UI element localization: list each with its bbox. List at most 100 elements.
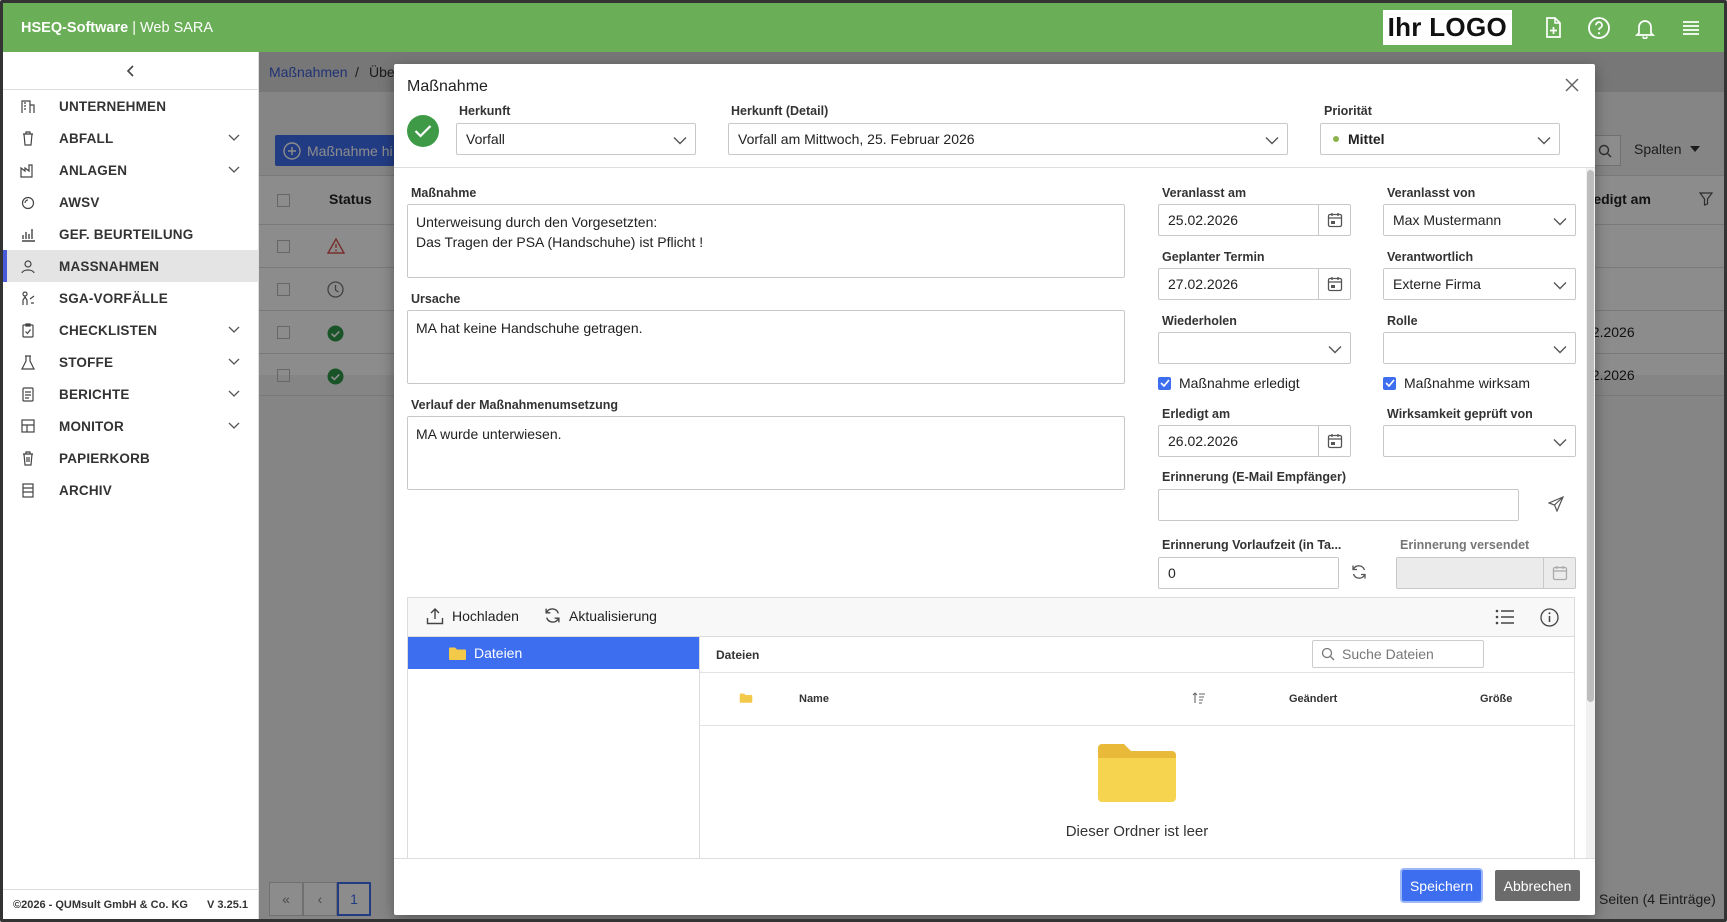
herkunft-detail-select[interactable]: Vorfall am Mittwoch, 25. Februar 2026 <box>728 123 1288 155</box>
chevron-down-icon <box>1553 218 1567 226</box>
sort-icon[interactable] <box>1192 692 1206 704</box>
save-button[interactable]: Speichern <box>1402 870 1481 901</box>
verantwortlich-select[interactable]: Externe Firma <box>1383 268 1576 300</box>
file-list-header: Name Geändert Größe <box>700 673 1574 726</box>
building-icon <box>21 100 35 113</box>
sidebar-item-berichte[interactable]: BERICHTE <box>3 378 258 410</box>
herkunft-select[interactable]: Vorfall <box>456 123 696 155</box>
sidebar-item-archiv[interactable]: ARCHIV <box>3 474 258 506</box>
erledigt-am-datepicker[interactable]: 26.02.2026 <box>1158 425 1351 457</box>
folder-icon <box>739 693 753 703</box>
checkbox-checked-icon <box>1158 376 1171 390</box>
upload-button[interactable]: Hochladen <box>426 607 519 625</box>
archive-icon <box>22 483 34 498</box>
status-done-icon <box>407 115 439 147</box>
calendar-icon[interactable] <box>1318 269 1350 299</box>
chevron-down-icon <box>1553 282 1567 290</box>
sidebar-item-checklisten[interactable]: CHECKLISTEN <box>3 314 258 346</box>
wirksamkeit-select[interactable] <box>1383 425 1576 457</box>
sidebar-item-unternehmen[interactable]: UNTERNEHMEN <box>3 90 258 122</box>
sidebar-item-anlagen[interactable]: ANLAGEN <box>3 154 258 186</box>
veranlasst-am-datepicker[interactable]: 25.02.2026 <box>1158 204 1351 236</box>
droplet-icon <box>21 196 35 210</box>
bin-icon <box>23 451 33 466</box>
list-view-icon[interactable] <box>1495 609 1514 628</box>
sidebar-item-label: ABFALL <box>59 130 114 146</box>
chevron-left-icon <box>126 64 134 77</box>
refresh-files-button[interactable]: Aktualisierung <box>544 607 657 624</box>
new-document-icon[interactable] <box>1541 16 1565 40</box>
sidebar-item-abfall[interactable]: ABFALL <box>3 122 258 154</box>
send-icon[interactable] <box>1547 495 1565 515</box>
verantwortlich-label: Verantwortlich <box>1387 250 1474 264</box>
chevron-down-icon <box>228 358 240 365</box>
file-manager: Hochladen Aktualisierung Dateien Dateien… <box>407 597 1575 859</box>
prioritaet-select[interactable]: Mittel <box>1320 123 1560 155</box>
refresh-icon[interactable] <box>1351 564 1367 583</box>
sidebar-item-label: MASSNAHMEN <box>59 258 160 274</box>
sidebar-item-label: UNTERNEHMEN <box>59 98 167 114</box>
empty-folder-message: Dieser Ordner ist leer <box>1065 823 1209 840</box>
vorlaufzeit-label: Erinnerung Vorlaufzeit (in Ta... <box>1162 538 1342 552</box>
info-icon[interactable] <box>1540 608 1559 630</box>
versendet-datepicker <box>1396 557 1576 589</box>
column-header-changed[interactable]: Geändert <box>1289 693 1337 705</box>
sidebar-item-papierkorb[interactable]: PAPIERKORB <box>3 442 258 474</box>
sidebar-item-awsv[interactable]: AWSV <box>3 186 258 218</box>
erledigt-checkbox[interactable]: Maßnahme erledigt <box>1158 375 1300 391</box>
tree-item-dateien[interactable]: Dateien <box>408 637 699 669</box>
wirksam-checkbox[interactable]: Maßnahme wirksam <box>1383 375 1530 391</box>
chevron-down-icon <box>228 390 240 397</box>
menu-icon[interactable] <box>1679 16 1703 40</box>
file-search-input[interactable]: Suche Dateien <box>1312 640 1484 668</box>
prioritaet-label: Priorität <box>1324 104 1372 118</box>
verlauf-textarea[interactable]: MA wurde unterwiesen. <box>407 416 1125 490</box>
veranlasst-von-label: Veranlasst von <box>1387 186 1476 200</box>
file-path-bar: Dateien Suche Dateien <box>700 637 1574 673</box>
calendar-icon[interactable] <box>1318 426 1350 456</box>
folder-tree: Dateien <box>408 637 700 858</box>
cancel-button[interactable]: Abbrechen <box>1495 870 1580 901</box>
column-header-name[interactable]: Name <box>799 693 829 705</box>
ursache-textarea[interactable]: MA hat keine Handschuhe getragen. <box>407 310 1125 384</box>
column-header-size[interactable]: Größe <box>1480 693 1512 705</box>
erinnerung-email-input[interactable] <box>1158 489 1519 521</box>
sidebar-item-gef-beurteilung[interactable]: GEF. BEURTEILUNG <box>3 218 258 250</box>
vorlaufzeit-input[interactable]: 0 <box>1158 557 1339 589</box>
herkunft-detail-label: Herkunft (Detail) <box>731 104 829 118</box>
wiederholen-select[interactable] <box>1158 332 1351 364</box>
help-icon[interactable] <box>1587 16 1611 40</box>
sidebar-item-sga-vorfälle[interactable]: SGA-VORFÄLLE <box>3 282 258 314</box>
sidebar-item-massnahmen[interactable]: MASSNAHMEN <box>3 250 258 282</box>
sidebar-item-label: GEF. BEURTEILUNG <box>59 226 194 242</box>
app-window: HSEQ-Software | Web SARA Ihr LOGO UNTERN… <box>0 0 1727 922</box>
sidebar-item-stoffe[interactable]: STOFFE <box>3 346 258 378</box>
folder-icon <box>449 647 466 660</box>
priority-dot-icon <box>1333 136 1339 142</box>
wiederholen-label: Wiederholen <box>1162 314 1237 328</box>
geplanter-termin-datepicker[interactable]: 27.02.2026 <box>1158 268 1351 300</box>
calendar-icon[interactable] <box>1318 205 1350 235</box>
top-bar: HSEQ-Software | Web SARA Ihr LOGO <box>3 3 1724 52</box>
measure-dialog: Maßnahme Herkunft Vorfall Herkunft (Deta… <box>394 64 1595 915</box>
incident-icon <box>22 291 35 305</box>
close-button[interactable] <box>1561 74 1583 96</box>
checkbox-checked-icon <box>1383 376 1396 390</box>
massnahme-textarea[interactable]: Unterweisung durch den Vorgesetzten: Das… <box>407 204 1125 278</box>
chevron-down-icon <box>228 326 240 333</box>
search-icon <box>1321 647 1335 661</box>
bell-icon[interactable] <box>1633 16 1657 40</box>
measures-icon <box>21 260 35 274</box>
rolle-select[interactable] <box>1383 332 1576 364</box>
sidebar-item-label: ANLAGEN <box>59 162 128 178</box>
sidebar-item-label: MONITOR <box>59 418 124 434</box>
sidebar-collapse-button[interactable] <box>3 52 258 90</box>
veranlasst-von-select[interactable]: Max Mustermann <box>1383 204 1576 236</box>
copyright-text: ©2026 - QUMsult GmbH & Co. KG <box>13 898 188 911</box>
trash-bin-icon <box>23 131 33 146</box>
rolle-label: Rolle <box>1387 314 1418 328</box>
dialog-scrollbar[interactable] <box>1586 168 1595 858</box>
sidebar-item-label: SGA-VORFÄLLE <box>59 290 168 306</box>
chart-icon <box>22 229 35 242</box>
sidebar-item-monitor[interactable]: MONITOR <box>3 410 258 442</box>
